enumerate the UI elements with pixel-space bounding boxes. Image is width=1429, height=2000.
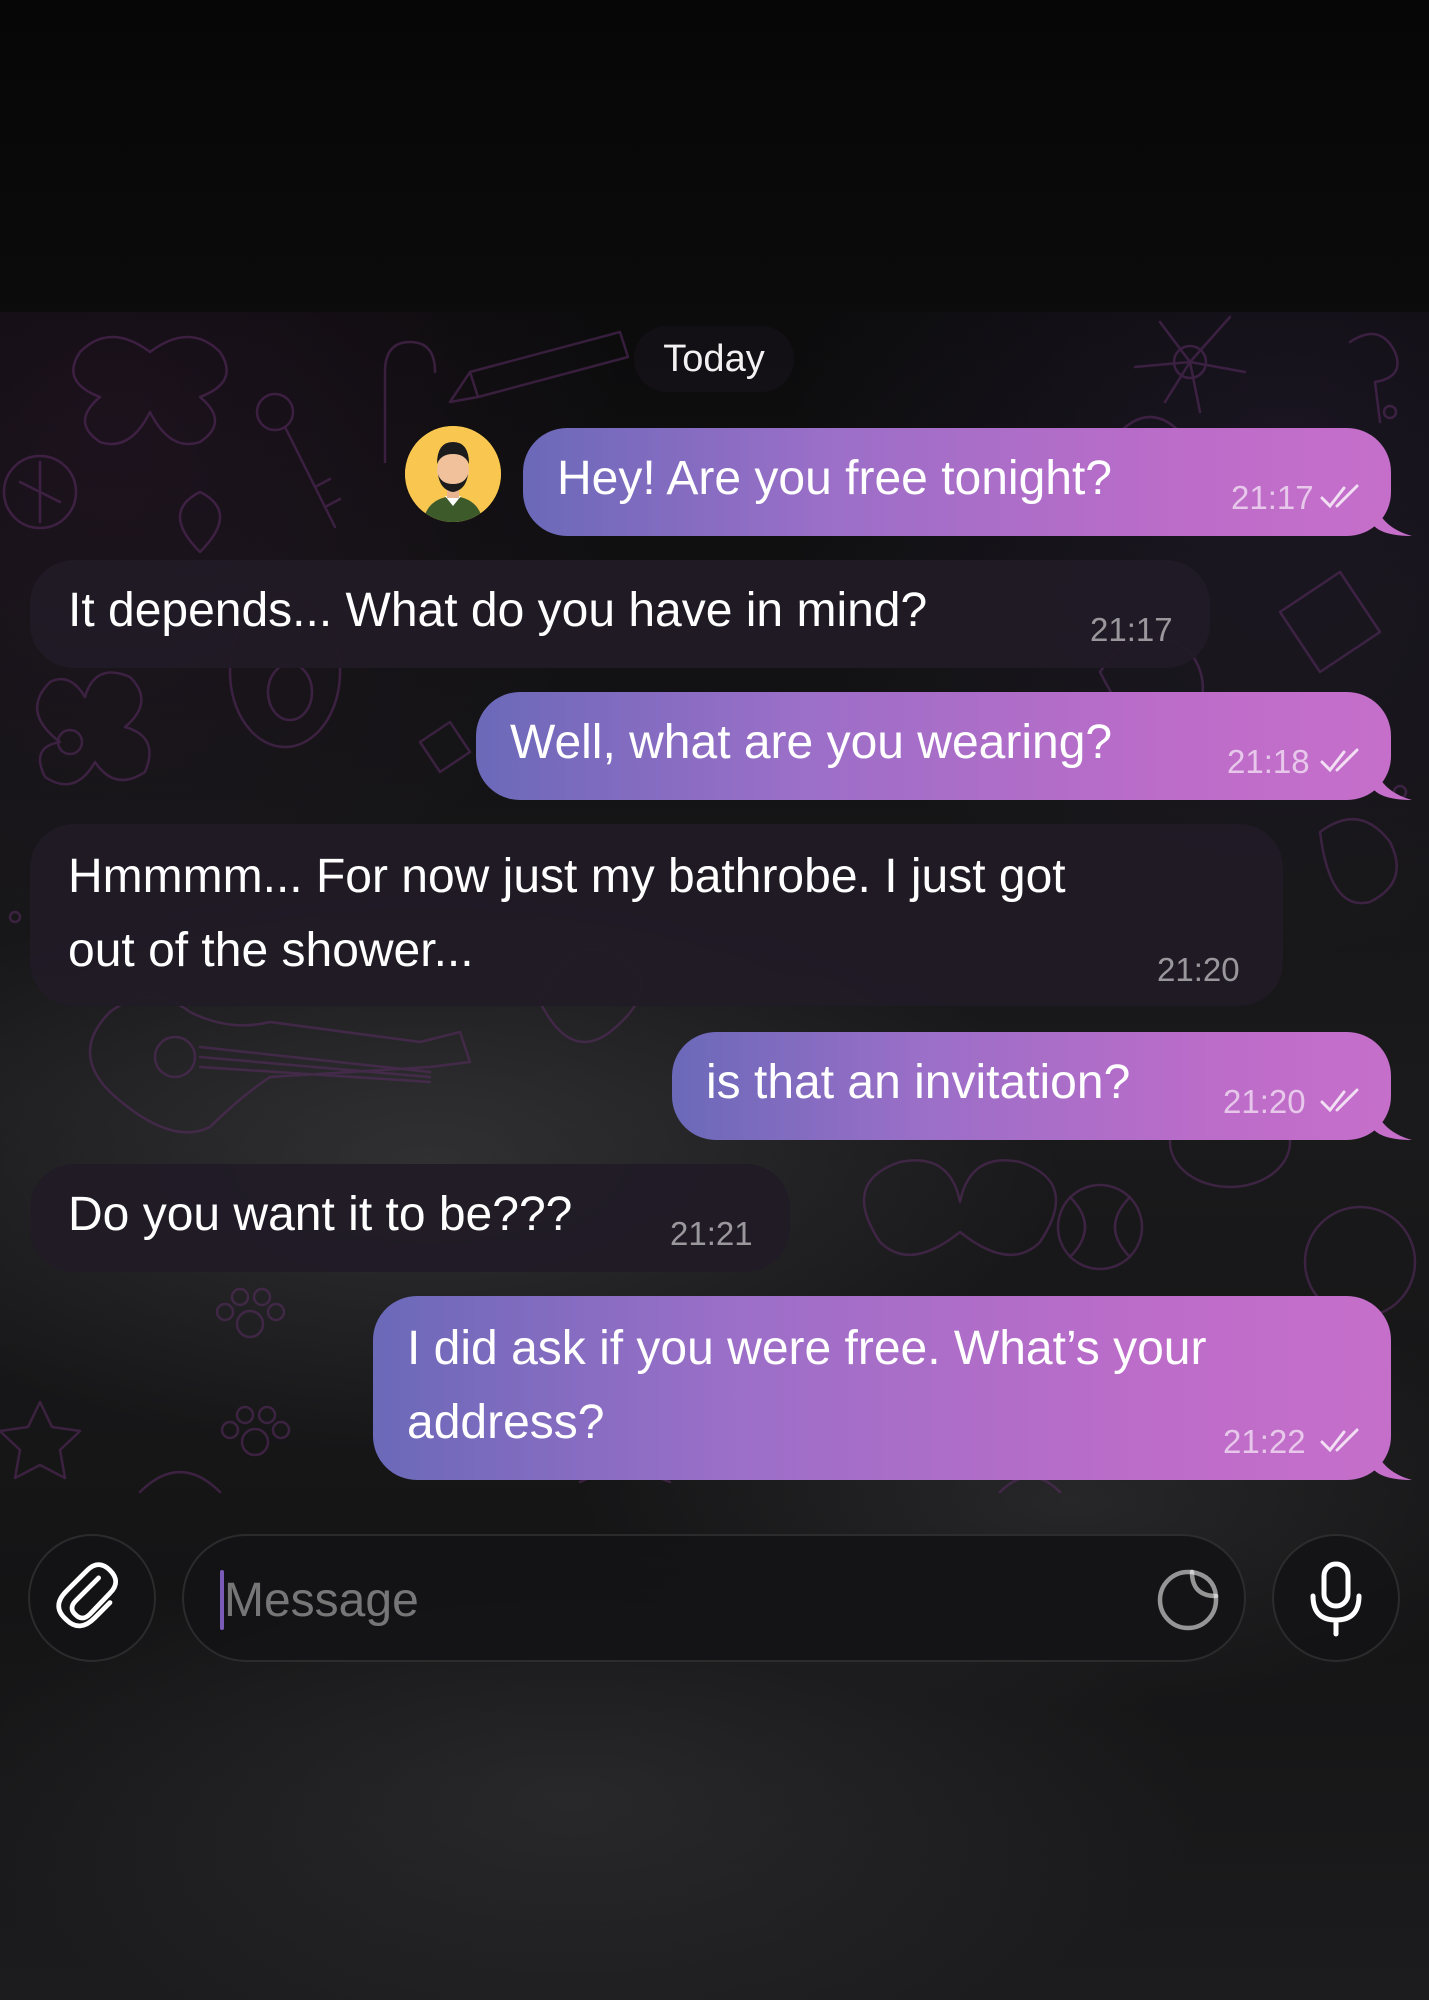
message-bubble-outgoing[interactable]: is that an invitation? 21:20	[672, 1032, 1391, 1140]
message-bubble-incoming[interactable]: Do you want it to be??? 21:21	[30, 1164, 790, 1272]
message-text: Hey! Are you free tonight?	[557, 452, 1112, 505]
message-time: 21:20	[1223, 1083, 1306, 1120]
double-check-icon	[1320, 1428, 1359, 1453]
message-text-line: Hmmmm... For now just my bathrobe. I jus…	[68, 850, 1066, 903]
double-check-icon	[1320, 484, 1359, 509]
message-text-line: I did ask if you were free. What’s your	[407, 1322, 1207, 1375]
message-bubble-incoming[interactable]: Hmmmm... For now just my bathrobe. I jus…	[30, 824, 1283, 1006]
message-input[interactable]	[222, 1566, 1106, 1634]
user-avatar[interactable]	[405, 426, 501, 522]
message-text: Well, what are you wearing?	[510, 716, 1113, 769]
message-time: 21:22	[1223, 1423, 1306, 1460]
message-text: Do you want it to be???	[68, 1188, 573, 1241]
message-bubble-outgoing[interactable]: I did ask if you were free. What’s your …	[373, 1296, 1391, 1480]
message-text-line: out of the shower...	[68, 924, 474, 977]
message-bubble-outgoing[interactable]: Well, what are you wearing? 21:18	[476, 692, 1391, 800]
message-time: 21:21	[670, 1215, 753, 1252]
message-composer	[0, 1520, 1429, 1670]
voice-message-button[interactable]	[1272, 1534, 1400, 1662]
message-text-line: address?	[407, 1396, 605, 1449]
microphone-icon	[1310, 1561, 1362, 1637]
message-bubble-incoming[interactable]: It depends... What do you have in mind? …	[30, 560, 1210, 668]
message-time: 21:20	[1157, 951, 1240, 988]
message-time: 21:17	[1090, 611, 1173, 648]
message-input-field[interactable]	[182, 1534, 1246, 1662]
bubble-tail	[1374, 502, 1412, 536]
message-text: is that an invitation?	[706, 1056, 1131, 1109]
sticker-icon	[1157, 1569, 1219, 1631]
bubble-tail	[1374, 766, 1412, 800]
attach-button[interactable]	[28, 1534, 156, 1662]
sticker-button[interactable]	[1150, 1562, 1226, 1638]
bubble-tail	[1374, 1446, 1412, 1480]
message-text: It depends... What do you have in mind?	[68, 584, 928, 637]
bubble-tail	[1374, 1106, 1412, 1140]
paperclip-icon	[56, 1562, 119, 1629]
double-check-icon	[1320, 1088, 1359, 1113]
message-bubble-outgoing[interactable]: Hey! Are you free tonight? 21:17	[523, 428, 1391, 536]
message-time: 21:17	[1231, 479, 1314, 516]
message-time: 21:18	[1227, 743, 1310, 780]
date-separator: Today	[634, 326, 794, 392]
double-check-icon	[1320, 748, 1359, 773]
person-avatar-icon	[405, 426, 501, 522]
